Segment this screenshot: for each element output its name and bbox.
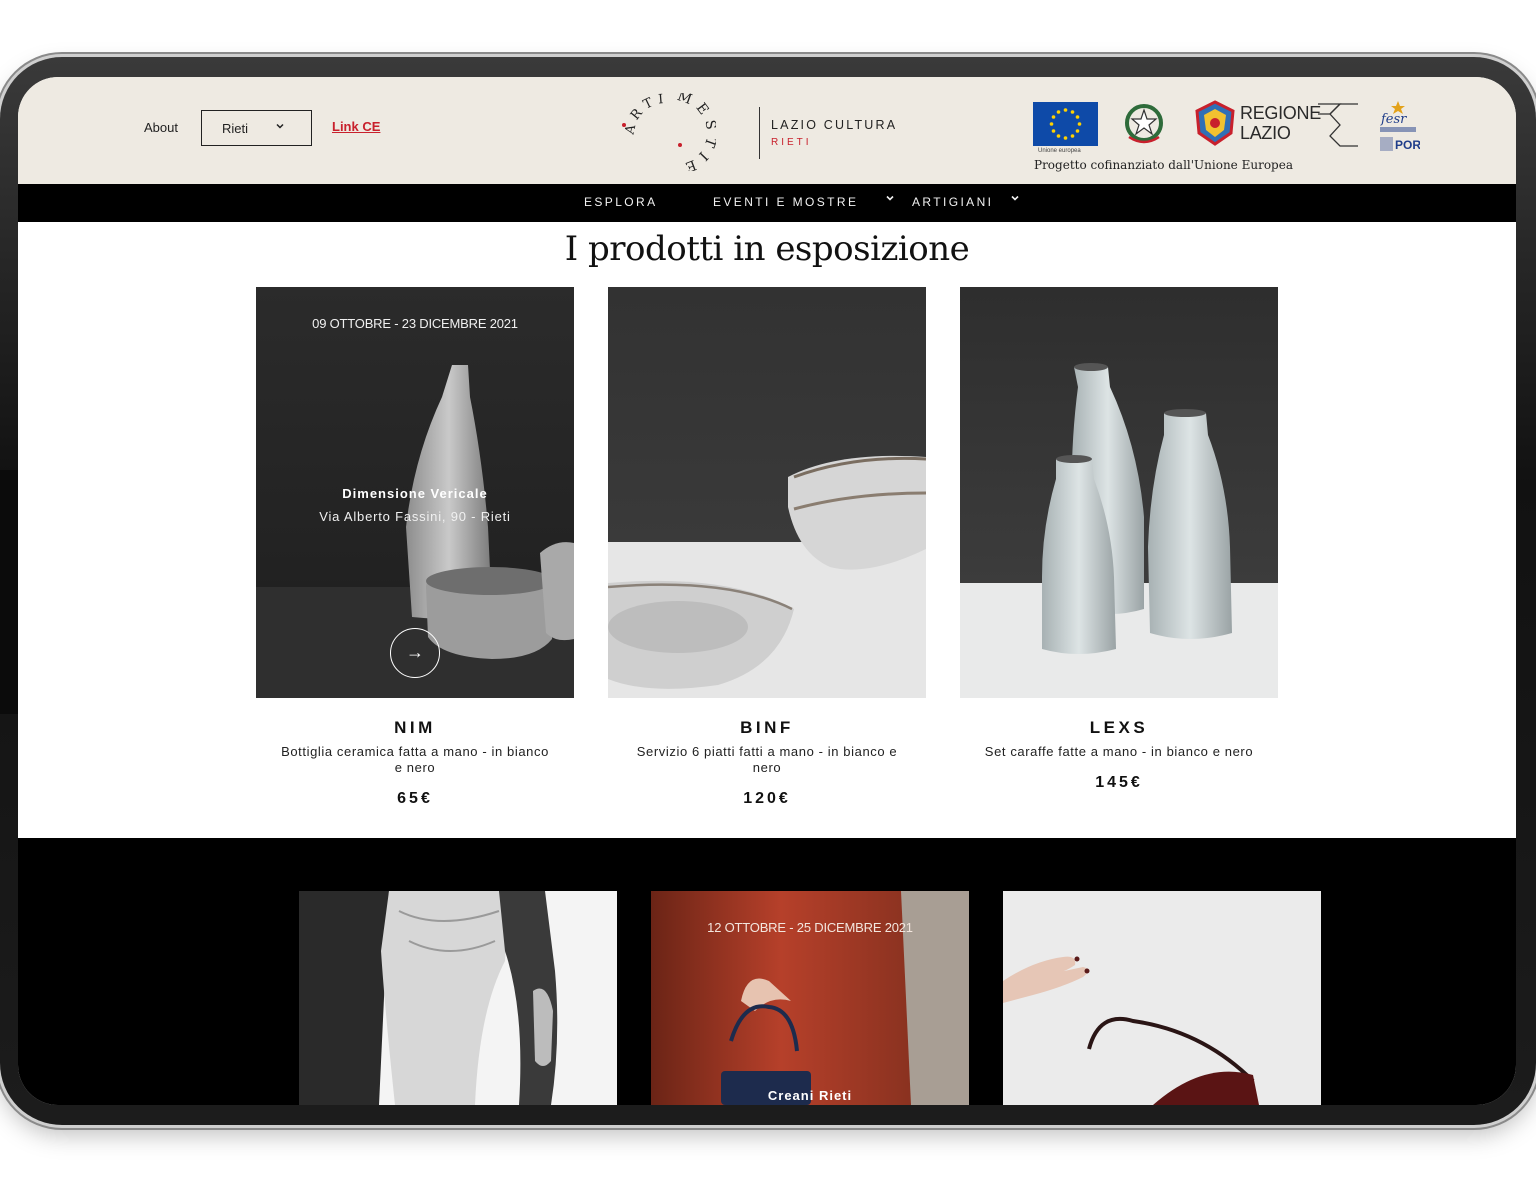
eu-caption: Unione europea <box>1038 148 1081 154</box>
product-name: LEXS <box>1089 718 1149 737</box>
nav-item-artigiani[interactable]: ARTIGIANI <box>912 195 993 209</box>
chevron-down-icon[interactable] <box>1009 192 1021 207</box>
product-price: 120€ <box>743 790 791 807</box>
arrow-right-icon[interactable]: → <box>390 628 440 678</box>
svg-text:fesr: fesr <box>1380 112 1407 127</box>
fesr-por-logo-icon: fesr POR <box>1376 99 1421 155</box>
italian-emblem-icon <box>1121 101 1167 147</box>
product-image-binf[interactable] <box>608 287 926 698</box>
svg-text:ARTI: ARTI <box>622 93 669 137</box>
browser-screen: About Rieti Link CE MESTIERI ARTI <box>18 77 1516 1105</box>
product-price: 145€ <box>1095 774 1143 791</box>
brand-city: RIETI <box>771 137 812 148</box>
product-overlay-date: 09 OTTOBRE - 23 DICEMBRE 2021 <box>312 316 518 331</box>
product-overlay-address: Via Alberto Fassini, 90 - Rieti <box>319 509 511 524</box>
nav-item-esplora[interactable]: ESPLORA <box>584 195 658 209</box>
artisan-card-3[interactable] <box>1003 891 1321 1105</box>
city-select-value: Rieti <box>222 120 249 136</box>
product-card-binf[interactable]: BINF Servizio 6 piatti fatti a mano - in… <box>608 287 926 808</box>
product-card-lexs[interactable]: LEXS Set caraffe fatte a mano - in bianc… <box>960 287 1278 792</box>
product-price: 65€ <box>397 790 433 807</box>
artisans-section: 12 OTTOBRE - 25 DICEMBRE 2021 Creani Rie… <box>18 838 1516 1105</box>
product-description: Bottiglia ceramica fatta a mano - in bia… <box>281 744 549 775</box>
arti-mestieri-logo[interactable]: MESTIERI ARTI <box>608 81 716 177</box>
eu-flag-icon <box>1033 102 1098 146</box>
chevron-down-icon[interactable] <box>884 192 896 207</box>
products-title: I prodotti in esposizione <box>564 229 970 269</box>
product-image-lexs[interactable] <box>960 287 1278 698</box>
product-name: BINF <box>740 718 794 737</box>
logo-text-arti: ARTI <box>622 92 664 137</box>
regione-lazio-emblem-icon <box>1193 99 1237 147</box>
regione-lazio-logo: REGIONE LAZIO <box>1240 103 1360 147</box>
logo-divider <box>759 107 760 159</box>
nav-item-eventi-e-mostre[interactable]: EVENTI E MOSTRE <box>713 195 858 209</box>
link-ce[interactable]: Link CE <box>332 119 380 134</box>
cofinanced-text: Progetto cofinanziato dall'Unione Europe… <box>1034 158 1293 172</box>
artisan-card-1[interactable] <box>299 891 617 1105</box>
site-header: About Rieti Link CE MESTIERI ARTI <box>18 77 1516 184</box>
city-select[interactable]: Rieti <box>201 110 312 146</box>
about-link[interactable]: About <box>144 120 178 135</box>
product-name: NIM <box>394 718 436 737</box>
svg-text:POR: POR <box>1395 138 1420 152</box>
main-nav: ESPLORA EVENTI E MOSTRE ARTIGIANI <box>18 184 1516 222</box>
product-overlay-name: Dimensione Vericale <box>342 486 488 501</box>
product-card-nim[interactable]: 09 OTTOBRE - 23 DICEMBRE 2021 Dimensione… <box>256 287 574 808</box>
chevron-down-icon <box>275 120 285 134</box>
product-image-nim[interactable]: 09 OTTOBRE - 23 DICEMBRE 2021 Dimensione… <box>256 287 574 698</box>
artisan-card-2[interactable]: 12 OTTOBRE - 25 DICEMBRE 2021 Creani Rie… <box>651 891 969 1105</box>
brand-name: LAZIO CULTURA <box>771 118 898 132</box>
product-description: Set caraffe fatte a mano - in bianco e n… <box>984 744 1254 759</box>
artisan-overlay-name: Creani Rieti <box>767 1088 853 1103</box>
product-description: Servizio 6 piatti fatti a mano - in bian… <box>636 744 898 775</box>
artisan-overlay-date: 12 OTTOBRE - 25 DICEMBRE 2021 <box>707 920 913 935</box>
